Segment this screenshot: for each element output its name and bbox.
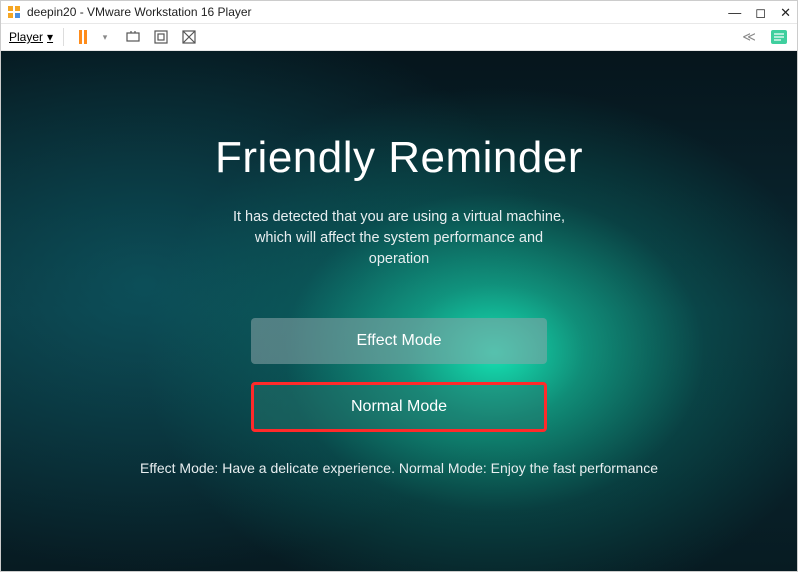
rewind-icon[interactable]: ≪ <box>739 28 759 46</box>
player-menu[interactable]: Player ▾ <box>9 30 53 44</box>
effect-mode-button[interactable]: Effect Mode <box>251 318 547 364</box>
dropdown-icon: ▾ <box>47 30 53 44</box>
pause-dropdown-icon[interactable]: ▾ <box>96 28 114 46</box>
unity-icon[interactable] <box>180 28 198 46</box>
titlebar: deepin20 - VMware Workstation 16 Player … <box>1 1 797 23</box>
mode-hint: Effect Mode: Have a delicate experience.… <box>1 460 797 476</box>
toolbar: Player ▾ ▾ ≪ <box>1 23 797 51</box>
dialog-description: It has detected that you are using a vir… <box>229 207 569 270</box>
window-title: deepin20 - VMware Workstation 16 Player <box>27 5 728 19</box>
separator <box>63 28 64 46</box>
player-menu-label: Player <box>9 30 43 44</box>
reminder-dialog: Friendly Reminder It has detected that y… <box>1 133 797 476</box>
vmware-app-icon <box>7 5 21 19</box>
send-ctrl-alt-del-icon[interactable] <box>124 28 142 46</box>
app-window: deepin20 - VMware Workstation 16 Player … <box>0 0 798 572</box>
fullscreen-icon[interactable] <box>152 28 170 46</box>
window-controls: — ◻ ✕ <box>728 6 791 19</box>
pause-icon[interactable] <box>74 28 92 46</box>
close-button[interactable]: ✕ <box>780 6 791 19</box>
maximize-button[interactable]: ◻ <box>755 6 766 19</box>
normal-mode-button[interactable]: Normal Mode <box>251 382 547 432</box>
notes-icon[interactable] <box>769 28 789 46</box>
minimize-button[interactable]: — <box>728 6 741 19</box>
vm-display: Friendly Reminder It has detected that y… <box>1 51 797 571</box>
dialog-heading: Friendly Reminder <box>1 133 797 183</box>
